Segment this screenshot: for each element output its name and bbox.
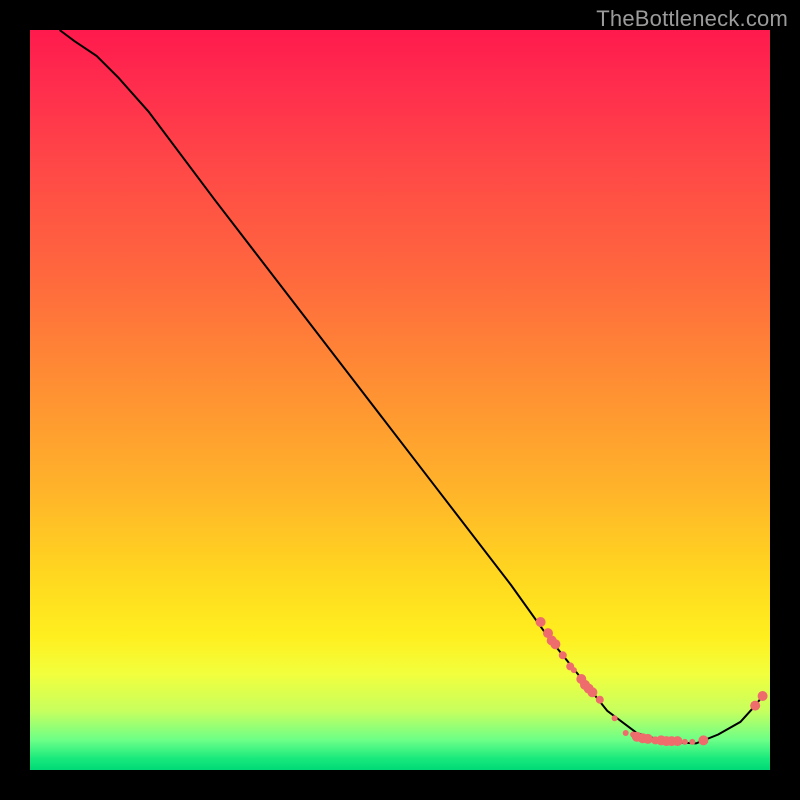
data-point	[571, 667, 577, 673]
data-point	[559, 651, 567, 659]
chart-svg	[30, 30, 770, 770]
data-point	[758, 691, 768, 701]
data-point	[673, 736, 683, 746]
data-point	[550, 639, 560, 649]
data-point	[750, 701, 760, 711]
bottleneck-curve	[60, 30, 763, 743]
data-point	[612, 715, 618, 721]
data-point	[596, 696, 604, 704]
data-point	[689, 739, 695, 745]
plot-area	[30, 30, 770, 770]
data-point	[682, 739, 688, 745]
data-point	[698, 735, 708, 745]
data-point	[536, 617, 546, 627]
data-point	[587, 687, 597, 697]
data-point	[623, 730, 629, 736]
chart-frame: TheBottleneck.com	[0, 0, 800, 800]
data-point	[643, 734, 653, 744]
watermark-text: TheBottleneck.com	[596, 6, 788, 32]
